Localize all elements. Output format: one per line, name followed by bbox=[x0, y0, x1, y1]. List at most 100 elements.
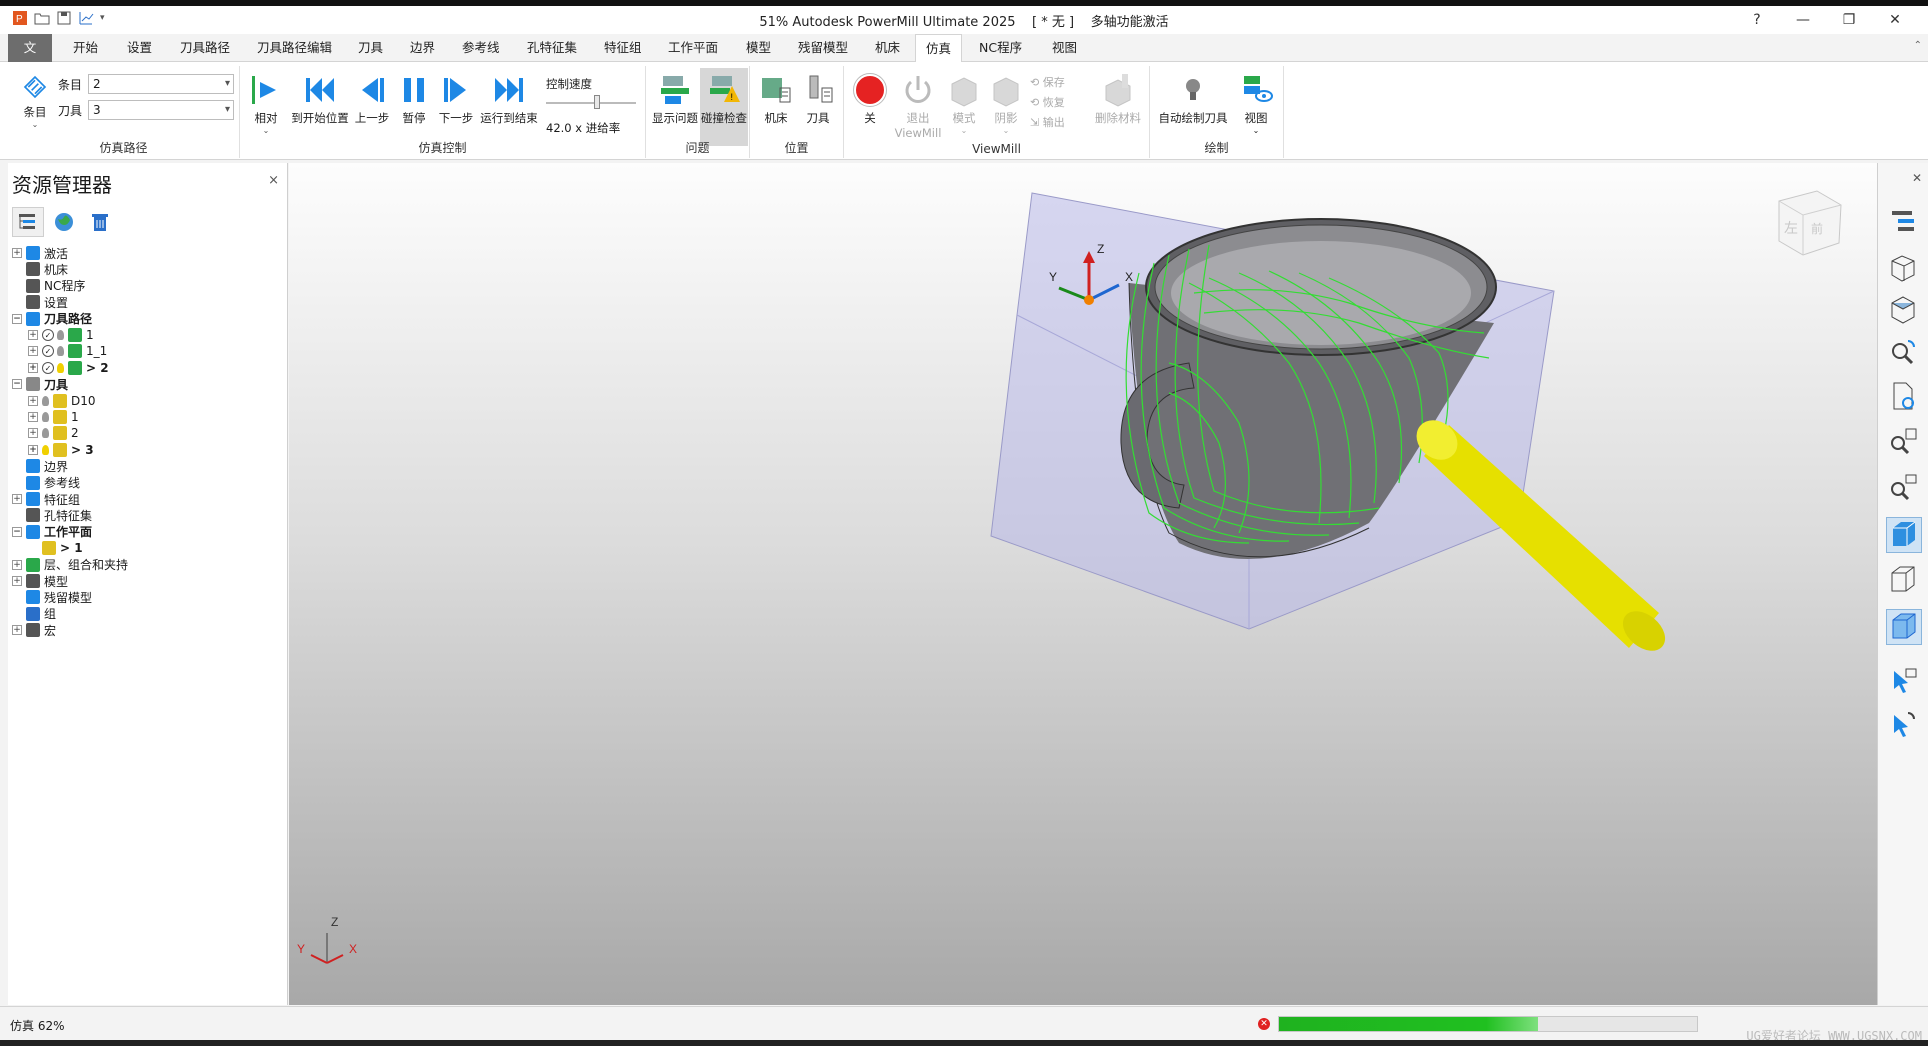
iso-view-button[interactable] bbox=[1886, 251, 1922, 287]
tree-expand-toggle[interactable]: − bbox=[12, 379, 22, 390]
run-to-end-button[interactable]: 运行到结束 bbox=[478, 72, 540, 126]
refresh-view-button[interactable] bbox=[1886, 379, 1922, 415]
explorer-recycle-tab[interactable] bbox=[84, 207, 116, 237]
tree-expand-toggle[interactable]: + bbox=[28, 428, 38, 439]
to-start-button[interactable]: 到开始位置 bbox=[290, 72, 350, 126]
zoom-fit-button[interactable] bbox=[1886, 425, 1922, 461]
tree-expand-toggle[interactable]: − bbox=[12, 313, 22, 324]
tab-home[interactable]: 开始 bbox=[63, 34, 108, 62]
lightbulb-icon[interactable] bbox=[42, 412, 49, 422]
tree-expand-toggle[interactable]: + bbox=[28, 346, 38, 357]
tree-expand-toggle[interactable]: + bbox=[28, 395, 38, 406]
show-problems-button[interactable]: 显示问题 bbox=[652, 72, 698, 126]
lightbulb-icon[interactable] bbox=[42, 395, 49, 406]
entity-field-label: 条目 bbox=[58, 78, 83, 92]
view-explorer-button[interactable] bbox=[1886, 205, 1922, 241]
tab-machine[interactable]: 机床 bbox=[865, 34, 910, 62]
tab-workplanes[interactable]: 工作平面 bbox=[658, 34, 728, 62]
pause-button[interactable]: 暂停 bbox=[396, 72, 432, 126]
view-eye-icon bbox=[1244, 76, 1273, 102]
entity-combo[interactable]: 2 ▾ bbox=[88, 74, 234, 94]
minimize-button[interactable]: — bbox=[1780, 8, 1826, 32]
tool-combo[interactable]: 3 ▾ bbox=[88, 100, 234, 120]
group-sim-control-label: 仿真控制 bbox=[418, 141, 467, 155]
lightbulb-icon[interactable] bbox=[42, 444, 49, 455]
select-rotate-button[interactable] bbox=[1886, 709, 1922, 745]
tab-toolpaths[interactable]: 刀具路径 bbox=[170, 34, 240, 62]
next-step-button[interactable]: 下一步 bbox=[436, 72, 476, 126]
auto-draw-tool-button[interactable]: 自动绘制刀具 bbox=[1154, 72, 1232, 126]
shaded-view-button[interactable] bbox=[1886, 517, 1922, 553]
mode-label: 模式 bbox=[952, 111, 976, 125]
tab-simulation[interactable]: 仿真 bbox=[915, 34, 963, 63]
lightbulb-icon[interactable] bbox=[42, 428, 49, 439]
tree-item-label: > 2 bbox=[86, 360, 109, 375]
speed-slider-track[interactable] bbox=[546, 102, 636, 104]
checked-icon[interactable]: ✓ bbox=[42, 329, 54, 341]
entity-button[interactable]: 条目 ⌄ bbox=[18, 72, 52, 129]
tree-item[interactable]: + 宏 bbox=[12, 620, 56, 640]
close-button[interactable]: ✕ bbox=[1872, 8, 1918, 32]
explorer-tree-tab[interactable] bbox=[12, 207, 44, 237]
save-viewmill-button[interactable]: ⟲ 保存 bbox=[1030, 74, 1065, 90]
machine-position-button[interactable]: 机床 bbox=[756, 72, 796, 126]
error-icon[interactable]: ✕ bbox=[1258, 1018, 1270, 1030]
tool-position-button[interactable]: 刀具 bbox=[798, 72, 838, 126]
tree-expand-toggle[interactable]: − bbox=[12, 526, 22, 537]
collapse-ribbon-icon[interactable]: ⌃ bbox=[1914, 40, 1922, 51]
prev-step-button[interactable]: 上一步 bbox=[352, 72, 392, 126]
tree-expand-toggle[interactable]: + bbox=[12, 576, 22, 586]
tab-reference-curves[interactable]: 参考线 bbox=[452, 34, 510, 62]
tab-hole-features[interactable]: 孔特征集 bbox=[517, 34, 587, 62]
shade-button[interactable]: 阴影 ⌄ bbox=[986, 72, 1026, 135]
tab-toolpath-edit[interactable]: 刀具路径编辑 bbox=[247, 34, 342, 62]
tree-expand-toggle[interactable]: + bbox=[28, 444, 38, 455]
show-problems-icon bbox=[661, 76, 689, 104]
tree-expand-toggle[interactable]: + bbox=[12, 625, 22, 636]
tab-boundaries[interactable]: 边界 bbox=[400, 34, 445, 62]
tab-setup[interactable]: 设置 bbox=[117, 34, 162, 62]
mode-button[interactable]: 模式 ⌄ bbox=[944, 72, 984, 135]
lightbulb-icon[interactable] bbox=[57, 346, 64, 357]
explorer-close-button[interactable]: × bbox=[268, 173, 279, 188]
checked-icon[interactable]: ✓ bbox=[42, 345, 54, 358]
relative-button[interactable]: 相对 ⌄ bbox=[248, 72, 284, 135]
remove-material-button[interactable]: 删除材料 bbox=[1090, 72, 1146, 126]
view-toolbar-close-icon[interactable]: ✕ bbox=[1912, 171, 1922, 185]
zoom-rotate-button[interactable] bbox=[1886, 335, 1922, 371]
auto-draw-tool-label: 自动绘制刀具 bbox=[1158, 111, 1228, 125]
lightbulb-icon[interactable] bbox=[57, 330, 64, 340]
export-viewmill-button[interactable]: ⇲ 输出 bbox=[1030, 114, 1065, 130]
tab-models[interactable]: 模型 bbox=[736, 34, 781, 62]
tree-expand-toggle[interactable]: + bbox=[12, 494, 22, 504]
maximize-button[interactable]: ❐ bbox=[1826, 8, 1872, 32]
zoom-box-button[interactable] bbox=[1886, 471, 1922, 507]
checked-icon[interactable]: ✓ bbox=[42, 361, 54, 374]
speed-slider-thumb[interactable] bbox=[594, 95, 600, 109]
tab-file[interactable]: 文件 bbox=[8, 34, 52, 83]
tree-expand-toggle[interactable]: + bbox=[12, 248, 22, 258]
tab-nc-programs[interactable]: NC程序 bbox=[969, 34, 1032, 62]
explorer-title: 资源管理器 bbox=[12, 173, 112, 197]
select-button[interactable] bbox=[1886, 665, 1922, 701]
viewmill-off-button[interactable]: 关 bbox=[850, 72, 890, 126]
tab-stock-models[interactable]: 残留模型 bbox=[788, 34, 858, 62]
tree-expand-toggle[interactable]: + bbox=[28, 412, 38, 422]
tab-tools[interactable]: 刀具 bbox=[348, 34, 393, 62]
wireframe-view-button[interactable] bbox=[1886, 563, 1922, 599]
tab-view[interactable]: 视图 bbox=[1042, 34, 1087, 62]
graphics-viewport[interactable]: Z X Y 左 前 Z X Y bbox=[289, 163, 1877, 1005]
transparent-view-button[interactable] bbox=[1886, 609, 1922, 645]
collision-check-button[interactable]: ! 碰撞检查 bbox=[700, 68, 748, 146]
help-button[interactable]: ? bbox=[1734, 8, 1780, 32]
tree-expand-toggle[interactable]: + bbox=[28, 330, 38, 340]
iso-view2-button[interactable] bbox=[1886, 293, 1922, 329]
draw-view-button[interactable]: 视图 ⌄ bbox=[1234, 72, 1278, 135]
exit-viewmill-button[interactable]: 退出 ViewMill bbox=[892, 72, 944, 140]
tab-feature-groups[interactable]: 特征组 bbox=[594, 34, 652, 62]
restore-viewmill-button[interactable]: ⟲ 恢复 bbox=[1030, 94, 1065, 110]
explorer-globe-tab[interactable] bbox=[48, 207, 80, 237]
lightbulb-icon[interactable] bbox=[57, 362, 64, 373]
tree-expand-toggle[interactable]: + bbox=[28, 362, 38, 373]
tree-expand-toggle[interactable]: + bbox=[12, 559, 22, 570]
